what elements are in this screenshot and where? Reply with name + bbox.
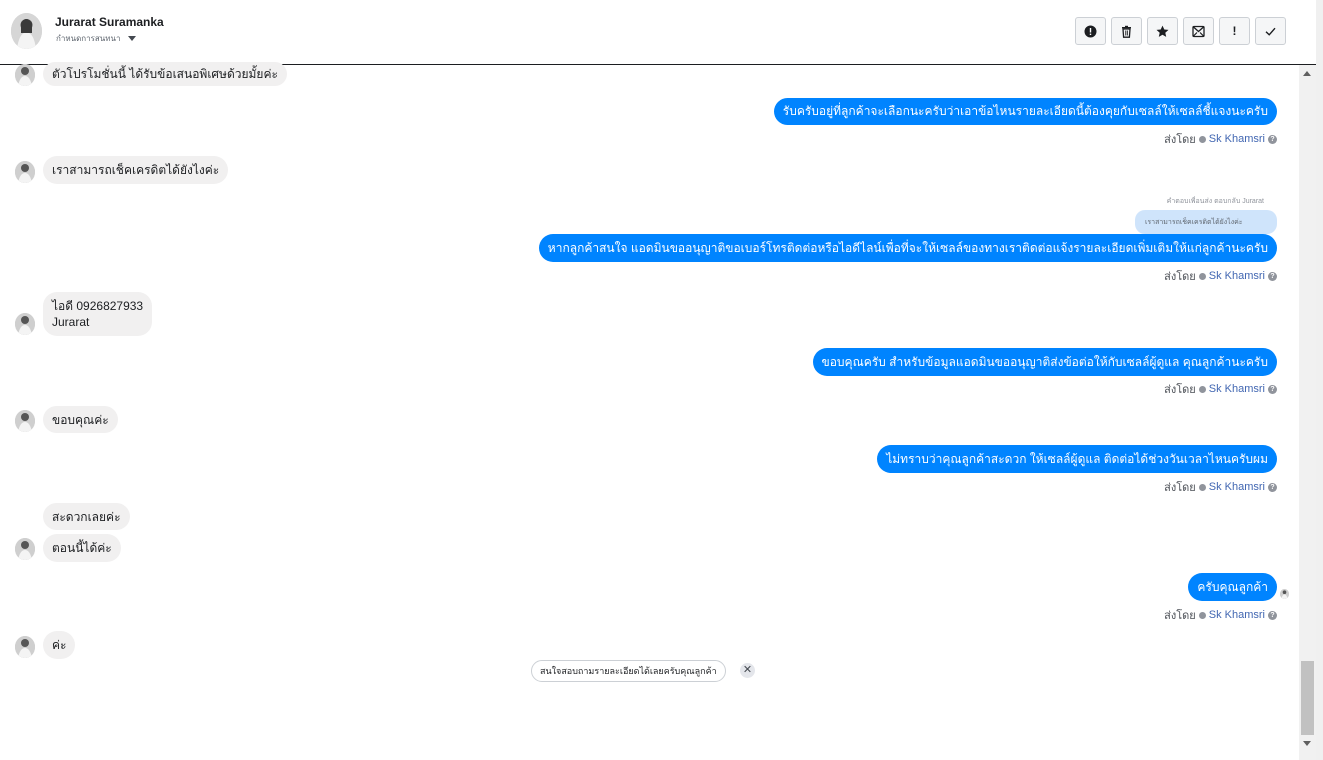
exclamation-icon: ! — [1232, 24, 1237, 38]
admin-dot-icon — [1198, 272, 1206, 280]
contact-avatar — [15, 313, 35, 335]
window-edge — [1316, 0, 1323, 760]
contact-name[interactable]: Jurarat Suramanka — [55, 15, 164, 29]
admin-dot-icon — [1198, 611, 1206, 619]
conversation-header: Jurarat Suramanka กำหนดการสนทนา ! — [0, 0, 1316, 65]
contact-avatar — [15, 64, 35, 86]
sent-by-label: ส่งโดย Sk Khamsri ? — [1164, 478, 1277, 496]
contact-avatar — [15, 161, 35, 183]
sender-name[interactable]: Sk Khamsri — [1209, 609, 1265, 621]
star-icon — [1156, 25, 1169, 37]
scrollbar[interactable] — [1299, 65, 1316, 760]
sent-by-prefix: ส่งโดย — [1164, 134, 1196, 146]
admin-dot-icon — [1198, 483, 1206, 491]
help-icon[interactable]: ? — [1268, 134, 1277, 144]
check-icon — [1265, 27, 1276, 36]
reply-context-note: คำตอบเพื่อนส่ง ตอบกลับ Jurarat — [1166, 198, 1264, 205]
sender-name[interactable]: Sk Khamsri — [1209, 270, 1265, 282]
message-bubble-outgoing[interactable]: ครับคุณลูกค้า — [1188, 573, 1277, 601]
sent-by-prefix: ส่งโดย — [1164, 610, 1196, 622]
scrollbar-thumb[interactable] — [1301, 661, 1314, 735]
quick-reply-chip[interactable]: สนใจสอบถามรายละเอียดได้เลยครับคุณลูกค้า — [531, 660, 726, 682]
contact-avatar — [15, 636, 35, 658]
message-bubble-incoming[interactable]: เราสามารถเช็คเครดิตได้ยังไงค่ะ — [43, 156, 229, 184]
message-bubble-incoming[interactable]: ตัวโปรโมชั่นนี้ ได้รับข้อเสนอพิเศษด้วยมั… — [43, 62, 287, 86]
quoted-message[interactable]: เราสามารถเช็คเครดิตได้ยังไงค่ะ — [1135, 210, 1277, 234]
star-button[interactable] — [1147, 17, 1178, 45]
sent-by-prefix: ส่งโดย — [1164, 384, 1196, 396]
mark-done-button[interactable] — [1255, 17, 1286, 45]
contact-avatar — [15, 410, 35, 432]
message-bubble-outgoing[interactable]: ไม่ทราบว่าคุณลูกค้าสะดวก ให้เซลล์ผู้ดูแล… — [877, 445, 1277, 473]
alert-circle-icon — [1084, 25, 1097, 37]
close-icon[interactable]: ✕ — [740, 663, 755, 678]
help-icon[interactable]: ? — [1268, 482, 1277, 492]
delete-button[interactable] — [1111, 17, 1142, 45]
sent-by-label: ส่งโดย Sk Khamsri ? — [1164, 267, 1277, 285]
conversation-label-text: กำหนดการสนทนา — [56, 34, 121, 43]
message-bubble-outgoing[interactable]: หากลูกค้าสนใจ แอดมินขออนุญาติขอเบอร์โทรต… — [538, 234, 1277, 262]
sent-by-prefix: ส่งโดย — [1164, 482, 1196, 494]
message-bubble-incoming[interactable]: ค่ะ — [43, 631, 76, 659]
seen-avatar — [1280, 589, 1289, 599]
trash-icon — [1122, 25, 1131, 38]
sent-by-prefix: ส่งโดย — [1164, 271, 1196, 283]
archive-button[interactable] — [1183, 17, 1214, 45]
sender-name[interactable]: Sk Khamsri — [1209, 133, 1265, 145]
mark-important-button[interactable]: ! — [1219, 17, 1250, 45]
sender-name[interactable]: Sk Khamsri — [1209, 481, 1265, 493]
help-icon[interactable]: ? — [1268, 271, 1277, 281]
message-bubble-outgoing[interactable]: รับครับอยู่ที่ลูกค้าจะเลือกนะครับว่าเอาข… — [773, 98, 1277, 125]
scroll-up-icon[interactable] — [1303, 71, 1311, 76]
contact-avatar[interactable] — [11, 13, 42, 49]
message-bubble-incoming[interactable]: สะดวกเลยค่ะ — [43, 503, 130, 530]
conversation-label-dropdown[interactable]: กำหนดการสนทนา — [56, 32, 136, 45]
caret-down-icon — [127, 36, 136, 41]
contact-avatar — [15, 538, 35, 560]
sender-name[interactable]: Sk Khamsri — [1209, 383, 1265, 395]
inbox-icon — [1192, 25, 1205, 37]
spam-button[interactable] — [1075, 17, 1106, 45]
admin-dot-icon — [1198, 385, 1206, 393]
admin-dot-icon — [1198, 135, 1206, 143]
toolbar: ! — [1075, 17, 1286, 45]
message-line: ไอดี 0926827933 — [52, 299, 144, 313]
sent-by-label: ส่งโดย Sk Khamsri ? — [1164, 130, 1277, 148]
message-bubble-outgoing[interactable]: ขอบคุณครับ สำหรับข้อมูลแอดมินขออนุญาติส่… — [812, 348, 1277, 376]
scroll-down-icon[interactable] — [1303, 741, 1311, 746]
sent-by-label: ส่งโดย Sk Khamsri ? — [1164, 380, 1277, 398]
sent-by-label: ส่งโดย Sk Khamsri ? — [1164, 606, 1277, 624]
help-icon[interactable]: ? — [1268, 610, 1277, 620]
help-icon[interactable]: ? — [1268, 384, 1277, 394]
message-bubble-incoming[interactable]: ขอบคุณค่ะ — [43, 406, 118, 433]
message-line: Jurarat — [52, 315, 90, 329]
message-bubble-incoming[interactable]: ไอดี 0926827933 Jurarat — [43, 292, 152, 336]
message-bubble-incoming[interactable]: ตอนนี้ได้ค่ะ — [43, 534, 121, 562]
